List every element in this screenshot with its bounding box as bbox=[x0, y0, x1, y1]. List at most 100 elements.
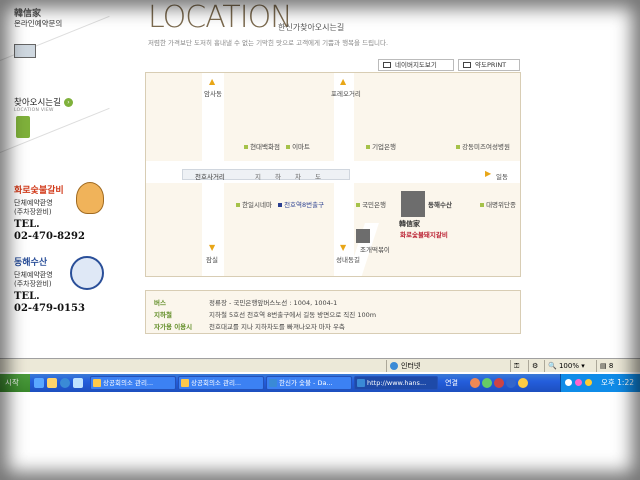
taskbar-item[interactable]: http://www.hans... bbox=[354, 376, 438, 390]
zoom-value: 100% bbox=[558, 362, 579, 370]
info-key: 자가용 이용시 bbox=[154, 323, 193, 331]
info-value: 지하철 5호선 천호역 8번출구에서 길동 방면으로 직진 100m bbox=[209, 311, 377, 319]
printer-icon bbox=[463, 62, 471, 68]
taskbar-item[interactable]: 한신가 숯불 - Da... bbox=[266, 376, 352, 390]
map-label-ildong: 일동 bbox=[496, 173, 508, 181]
menu-directions-sub: LOCATION VIEW bbox=[14, 108, 54, 113]
pin-icon bbox=[480, 203, 484, 207]
popup-count[interactable]: ▤ 8 bbox=[596, 360, 636, 372]
pin-icon bbox=[366, 145, 370, 149]
pin-icon bbox=[278, 203, 282, 207]
chevron-right-icon[interactable] bbox=[73, 378, 83, 388]
pin-icon bbox=[356, 203, 360, 207]
map-label-donghae: 동해수산 bbox=[428, 201, 452, 209]
folder-icon bbox=[93, 379, 101, 387]
naver-map-label: 네이버지도보기 bbox=[395, 61, 437, 69]
directions-info: 버스 정류장 - 국민은행앞버스노선 : 1004, 1004-1 지하철 지하철 … bbox=[145, 290, 521, 334]
map-label-hanshin-sub: 화로숯불돼지갈비 bbox=[400, 231, 448, 239]
info-row-bus: 버스 정류장 - 국민은행앞버스노선 : 1004, 1004-1 bbox=[154, 297, 337, 307]
naver-map-button[interactable]: 네이버지도보기 bbox=[378, 59, 454, 71]
map-label-hanil: 한일시네마 bbox=[236, 199, 272, 209]
location-map: ▲ 암사동 ▲ 포레오거리 현대백화점 이마트 기업은행 강동미즈여성병원 천호… bbox=[145, 72, 521, 277]
desktop-icon[interactable] bbox=[34, 378, 44, 388]
arrow-down-icon: ▼ bbox=[340, 243, 347, 252]
building-icon bbox=[356, 229, 370, 243]
security-zone[interactable]: 인터넷 bbox=[386, 360, 510, 372]
menu-directions[interactable]: 찾아오시는길 › bbox=[14, 96, 73, 108]
map-label-clinic: 강동미즈여성병원 bbox=[456, 141, 510, 151]
map-label-amsa: 암사동 bbox=[204, 90, 222, 98]
arrow-up-icon: ▲ bbox=[209, 77, 216, 86]
ie-icon[interactable] bbox=[60, 378, 70, 388]
subway-underpass: 천호사거리 지하차도 bbox=[182, 169, 350, 181]
app-icon[interactable] bbox=[506, 378, 516, 388]
tray-icon[interactable] bbox=[575, 379, 582, 386]
print-map-button[interactable]: 약도PRINT bbox=[458, 59, 520, 71]
app-icon[interactable] bbox=[494, 378, 504, 388]
map-label-kookmin: 국민은행 bbox=[356, 199, 386, 209]
online-reservation-link[interactable]: 온라인예약문의 bbox=[14, 18, 62, 29]
map-label-subway: 지하차도 bbox=[255, 173, 335, 181]
arrow-circle-icon: › bbox=[63, 98, 73, 107]
info-value: 정류장 - 국민은행앞버스노선 : 1004, 1004-1 bbox=[209, 299, 338, 307]
zoom-control[interactable]: 🔍 100% ▾ bbox=[544, 360, 596, 372]
map-label-jamsil: 잠실 bbox=[206, 256, 218, 264]
map-label-olympic: 포레오거리 bbox=[331, 90, 361, 98]
start-button[interactable]: 시작 bbox=[0, 374, 30, 392]
info-key: 버스 bbox=[154, 299, 166, 307]
browser-status-bar: 인터넷 ⚿ ⚙ 🔍 100% ▾ ▤ 8 bbox=[0, 358, 640, 372]
map-label-hanshin: 韓信家 bbox=[399, 220, 420, 228]
phone-icon bbox=[14, 44, 36, 58]
map-label-daemyung: 대명위단종 bbox=[480, 199, 516, 209]
print-map-label: 약도PRINT bbox=[475, 61, 507, 69]
app-icon[interactable] bbox=[470, 378, 480, 388]
store-tel: 02-479-0153 bbox=[14, 303, 85, 314]
lock-icon: ⚿ bbox=[510, 360, 528, 372]
map-label-hyundai: 현대백화점 bbox=[244, 141, 280, 151]
folder-icon[interactable] bbox=[47, 378, 57, 388]
pin-icon bbox=[244, 145, 248, 149]
map-label-jogae: 조개떡볶이 bbox=[360, 246, 390, 254]
folder-icon bbox=[181, 379, 189, 387]
map-label-exit8: 천호역8번출구 bbox=[278, 199, 324, 209]
pin-icon bbox=[456, 145, 460, 149]
app-icon[interactable] bbox=[518, 378, 528, 388]
info-key: 지하철 bbox=[154, 311, 172, 319]
info-value: 천호대교를 지나 지하차도를 빠져나오자 마자 우측 bbox=[209, 323, 345, 331]
page-description: 저렴한 가격보단 도저히 흉내낼 수 없는 기막힌 맛으로 고객에게 기쁨과 행… bbox=[148, 39, 389, 47]
menu-directions-label: 찾아오시는길 bbox=[14, 98, 61, 108]
store-tel-label: TEL. bbox=[14, 219, 40, 230]
pin-icon bbox=[286, 145, 290, 149]
ie-icon bbox=[269, 379, 277, 387]
volume-icon[interactable] bbox=[585, 379, 592, 386]
settings-icon: ⚙ bbox=[528, 360, 544, 372]
taskbar-item[interactable]: 상공회의소 관리... bbox=[178, 376, 264, 390]
info-row-car: 자가용 이용시 천호대교를 지나 지하차도를 빠져나오자 마자 우측 bbox=[154, 321, 345, 331]
arrow-right-icon: ▶ bbox=[485, 169, 492, 178]
clock[interactable]: 오후 1:22 bbox=[601, 377, 634, 388]
system-tray: 오후 1:22 bbox=[560, 374, 640, 392]
app-icon[interactable] bbox=[482, 378, 492, 388]
store-tel-label: TEL. bbox=[14, 291, 40, 302]
map-icon bbox=[383, 62, 391, 68]
store-tel: 02-470-8292 bbox=[14, 231, 85, 242]
map-label-emart: 이마트 bbox=[286, 141, 310, 151]
page-subtitle: 한신가찾아오시는길 bbox=[278, 23, 345, 32]
globe-icon bbox=[390, 362, 398, 370]
page-title: LOCATION bbox=[148, 0, 293, 35]
building-icon bbox=[401, 191, 425, 217]
map-label-seongnae: 성내동길 bbox=[336, 256, 360, 264]
network-icon[interactable] bbox=[565, 379, 572, 386]
pig-mascot-icon bbox=[76, 182, 104, 214]
taskbar-item[interactable]: 상공회의소 관리... bbox=[90, 376, 176, 390]
zone-label: 인터넷 bbox=[401, 362, 421, 370]
links-label: 연결 bbox=[445, 379, 458, 387]
fish-seal-icon bbox=[70, 256, 104, 290]
person-icon bbox=[16, 116, 30, 138]
sidebar: 韓信家 온라인예약문의 찾아오시는길 › LOCATION VIEW 화로숯불갈비… bbox=[0, 0, 118, 345]
ie-icon bbox=[357, 379, 365, 387]
windows-taskbar: 시작 상공회의소 관리... 상공회의소 관리... 한신가 숯불 - Da..… bbox=[0, 374, 640, 392]
map-label-cheonho: 천호사거리 bbox=[195, 173, 225, 181]
arrow-down-icon: ▼ bbox=[209, 243, 216, 252]
arrow-up-icon: ▲ bbox=[340, 77, 347, 86]
